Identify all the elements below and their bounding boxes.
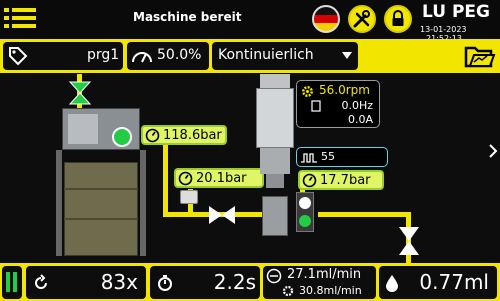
motor-amps: 0.0A	[347, 113, 373, 126]
speed-percent: 50.0%	[157, 47, 202, 63]
press-container	[64, 162, 138, 256]
program-name: prg1	[87, 47, 120, 63]
pressure-value: 118.6bar	[163, 128, 222, 143]
speedometer-icon	[132, 52, 152, 63]
pressure-gauge-top[interactable]: 118.6bar	[141, 125, 227, 145]
date: 13-01-2023	[420, 25, 467, 34]
program-selector[interactable]: prg1	[3, 42, 123, 70]
speed-field[interactable]: 50.0%	[127, 42, 209, 70]
flow-primary: 27.1ml/min	[287, 267, 362, 282]
lock-icon[interactable]	[384, 5, 412, 33]
gear-indicator	[296, 192, 314, 232]
flow-secondary: 30.8ml/min	[299, 284, 362, 297]
menu-dot	[4, 24, 9, 28]
mode-label: Kontinuierlich	[218, 47, 314, 63]
gauge-icon	[302, 173, 317, 188]
motor-rpm: 56.0rpm	[319, 83, 370, 97]
motor-shaft	[266, 174, 284, 188]
press-machine	[56, 108, 146, 258]
press-column	[56, 150, 62, 256]
stroke-counter[interactable]: 55	[296, 147, 388, 167]
stopwatch-icon	[158, 275, 172, 291]
filter-unit	[180, 190, 198, 204]
frequency-icon	[311, 100, 321, 112]
flag-stripe-red	[314, 15, 338, 23]
flag-stripe-gold	[314, 23, 338, 31]
time-value: 2.2s	[213, 270, 256, 294]
divider	[64, 188, 138, 190]
motor-gearbox	[260, 148, 290, 174]
menu-line	[12, 8, 36, 12]
volume-value: 0.77ml	[419, 270, 489, 294]
motor-info-panel[interactable]: 56.0rpm 0.0Hz 0.0A	[296, 80, 380, 128]
counter-value: 55	[321, 150, 335, 163]
gear-icon	[282, 285, 294, 297]
menu-dot	[4, 8, 9, 12]
cycle-counter: 83x	[26, 266, 146, 299]
motor-unit	[256, 74, 296, 236]
menu-dot	[4, 16, 9, 20]
gauge-icon	[178, 171, 193, 186]
flow-rate: 27.1ml/min 30.8ml/min	[263, 266, 376, 299]
menu-line	[12, 16, 36, 20]
flow-icon	[266, 268, 282, 284]
refresh-icon	[35, 274, 47, 289]
menu-icon[interactable]	[4, 3, 38, 33]
pause-button[interactable]	[2, 266, 22, 299]
motor-body	[256, 88, 294, 148]
gauge-icon	[145, 128, 160, 143]
drop-icon	[386, 275, 398, 292]
mode-dropdown[interactable]: Kontinuierlich	[212, 42, 358, 70]
valve-icon[interactable]	[67, 80, 93, 106]
pressure-value: 17.7bar	[320, 173, 371, 188]
pressure-gauge-middle[interactable]: 20.1bar	[174, 168, 264, 188]
chevron-down-icon	[342, 52, 352, 59]
top-bar: Maschine bereit LU PEG 13-01-2023 21:52:…	[0, 0, 500, 43]
gear-icon	[299, 215, 311, 227]
chevron-right-icon[interactable]	[488, 144, 498, 158]
gear-icon	[302, 86, 313, 97]
folder-icon[interactable]	[460, 42, 496, 70]
volume: 0.77ml	[379, 266, 497, 299]
press-gauge-icon	[112, 127, 132, 147]
valve-icon[interactable]	[398, 226, 420, 256]
motor-hz: 0.0Hz	[341, 99, 373, 112]
pressure-value: 20.1bar	[196, 171, 247, 186]
pause-icon	[6, 272, 10, 292]
pulse-icon	[301, 153, 317, 163]
press-panel	[68, 114, 98, 144]
press-column	[140, 150, 146, 256]
company-logo: LU PEG	[422, 2, 490, 22]
cycle-count: 83x	[100, 270, 138, 294]
pause-icon	[13, 272, 17, 292]
motor-cap	[260, 74, 290, 88]
process-view: 118.6bar 20.1bar 17.7bar 56.0rpm 0.0Hz 0…	[0, 74, 500, 263]
machine-status: Maschine bereit	[133, 10, 242, 24]
valve-icon[interactable]	[208, 205, 236, 225]
cycle-time: 2.2s	[150, 266, 260, 299]
pump-body	[262, 196, 288, 236]
pipe	[163, 134, 168, 214]
pipe	[318, 212, 408, 217]
flag-stripe-black	[314, 7, 338, 15]
pressure-gauge-right[interactable]: 17.7bar	[298, 170, 384, 190]
menu-line	[12, 24, 36, 28]
wrench-screwdriver-icon[interactable]	[348, 5, 376, 33]
german-flag-icon[interactable]	[312, 5, 340, 33]
divider	[64, 218, 138, 220]
tag-icon	[9, 47, 28, 66]
gear-icon	[299, 197, 311, 209]
